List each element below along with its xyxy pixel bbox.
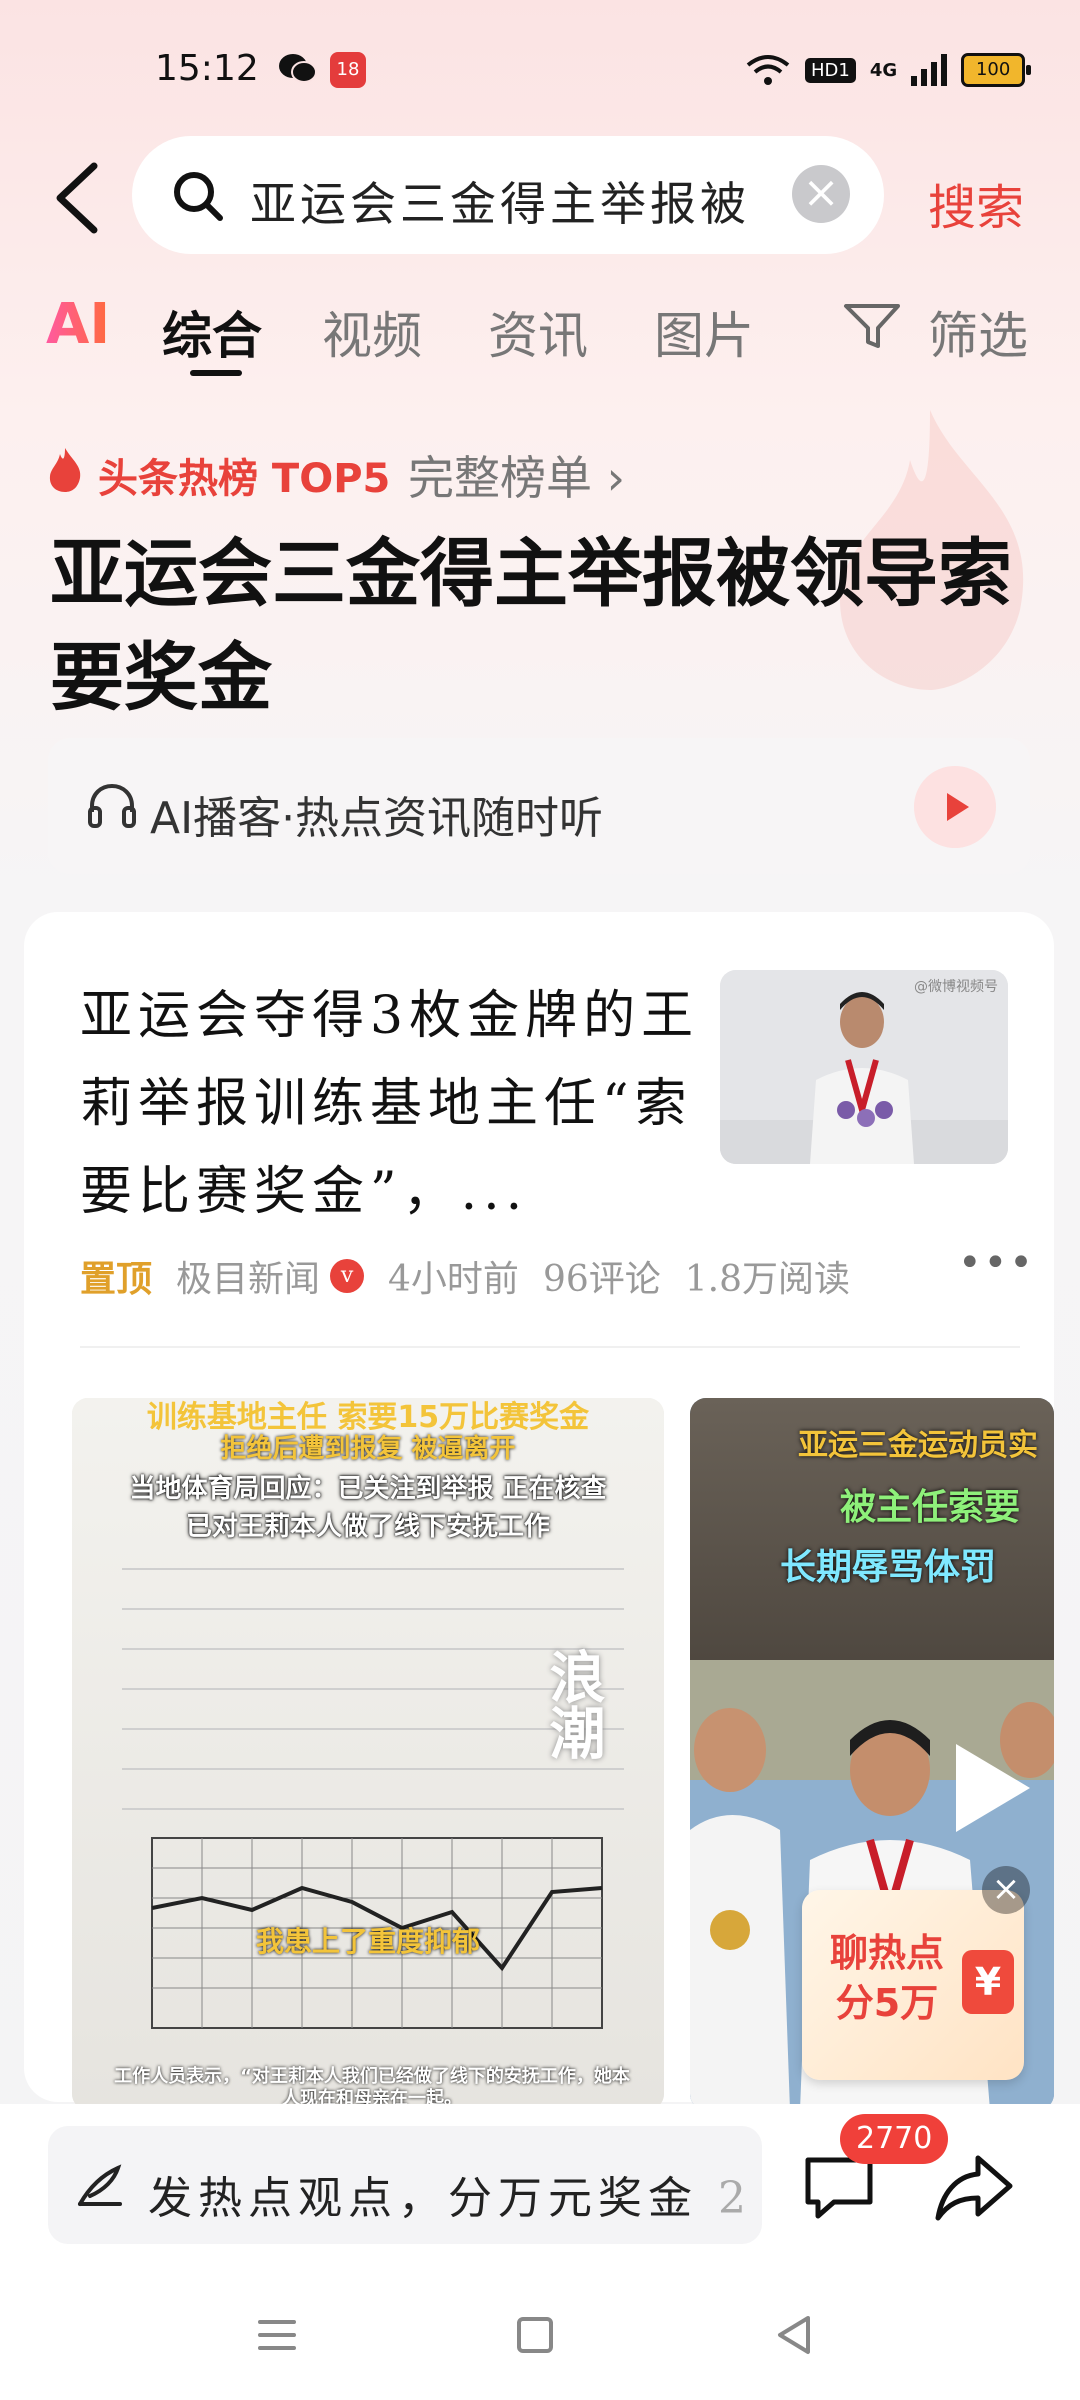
comment-prompt: 发热点观点，分万元奖金 [148, 2173, 698, 2224]
thumbnail-watermark: @微博视频号 [914, 979, 998, 995]
divider [80, 1346, 1020, 1348]
video2-caption-2: 被主任索要 [840, 1487, 1021, 1528]
video-play-icon[interactable] [946, 1738, 1036, 1838]
headphone-icon [88, 783, 136, 828]
hd-icon: HD1 [805, 57, 856, 83]
verified-icon: v [330, 1259, 365, 1293]
video2-caption-3: 长期辱骂体罚 [780, 1547, 997, 1588]
video1-caption-2: 拒绝后遭到报复 被逼离开 [220, 1434, 516, 1464]
tab-news[interactable]: 资讯 [488, 296, 588, 368]
signal-label: 4G [869, 59, 898, 81]
search-icon [174, 172, 223, 221]
close-icon[interactable]: × [982, 1866, 1030, 1914]
active-tab-indicator [190, 370, 242, 376]
more-options-icon[interactable]: ••• [958, 1240, 1035, 1286]
tab-video[interactable]: 视频 [322, 296, 422, 368]
video1-watermark: 浪潮 [540, 1648, 605, 1760]
status-time: 15:12 [155, 48, 259, 89]
podcast-label: AI播客·热点资讯随时听 [150, 793, 604, 844]
publish-time: 4小时前 [388, 1259, 519, 1300]
menu-icon[interactable] [252, 2310, 302, 2360]
video2-caption-1: 亚运三金运动员实 [798, 1428, 1038, 1463]
video1-caption-5: 我患上了重度抑郁 [255, 1925, 480, 1958]
athlete-image [720, 970, 1008, 1164]
hot-headline[interactable]: 亚运会三金得主举报被领导索要奖金 [50, 522, 1030, 730]
reward-text[interactable]: 聊热点分5万 [812, 1928, 962, 2028]
back-icon[interactable] [50, 160, 106, 236]
wechat-icon [279, 54, 317, 83]
video-thumbnail-1[interactable]: 训练基地主任 索要15万比赛奖金 拒绝后遭到报复 被逼离开 当地体育局回应：已关… [72, 1398, 664, 2110]
filter-icon[interactable] [842, 300, 902, 352]
article-meta: 置顶 极目新闻 v 4小时前 96评论 1.8万阅读 [80, 1250, 850, 1302]
comment-count: 96评论 [542, 1259, 661, 1300]
status-right: HD1 4G 100 [745, 52, 1032, 88]
signal-icon [911, 54, 948, 86]
tab-images[interactable]: 图片 [654, 296, 754, 368]
full-list-link[interactable]: 完整榜单 › [408, 442, 625, 508]
video1-caption-3: 当地体育局回应：已关注到举报 正在核查 [129, 1474, 607, 1504]
pen-icon [78, 2164, 122, 2206]
search-button[interactable]: 搜索 [928, 168, 1024, 238]
read-count: 1.8万阅读 [684, 1259, 851, 1300]
flame-icon [49, 448, 81, 492]
hot-list-label[interactable]: 头条热榜 TOP5 [98, 446, 390, 504]
tab-all[interactable]: 综合 [162, 296, 262, 368]
wifi-icon [746, 55, 790, 85]
article-thumbnail[interactable]: @微博视频号 [720, 970, 1008, 1164]
comment-placeholder[interactable]: 发热点观点，分万元奖金 2. [148, 2162, 742, 2226]
home-icon[interactable] [510, 2310, 560, 2360]
play-icon[interactable] [914, 766, 996, 848]
yen-icon: ¥ [962, 1950, 1014, 2014]
pinned-label: 置顶 [80, 1258, 153, 1300]
comment-suffix: 2. [718, 2173, 742, 2224]
tab-ai[interactable]: AI [46, 292, 110, 357]
filter-button[interactable]: 筛选 [928, 296, 1028, 368]
article-title[interactable]: 亚运会夺得3枚金牌的王莉举报训练基地主任“索要比赛奖金”，... [80, 972, 700, 1236]
clear-icon[interactable]: × [792, 165, 850, 223]
app-notification-icon: 18 [330, 52, 366, 88]
status-bar: 15:12 18 HD1 4G 100 [0, 0, 1080, 130]
video1-caption-4: 已对王莉本人做了线下安抚工作 [185, 1512, 550, 1542]
share-icon[interactable] [932, 2150, 1016, 2224]
back-nav-icon[interactable] [770, 2310, 820, 2360]
source-name[interactable]: 极目新闻 [176, 1250, 320, 1302]
search-input[interactable]: 亚运会三金得主举报被 [250, 168, 770, 234]
battery-icon: 100 [961, 53, 1032, 87]
